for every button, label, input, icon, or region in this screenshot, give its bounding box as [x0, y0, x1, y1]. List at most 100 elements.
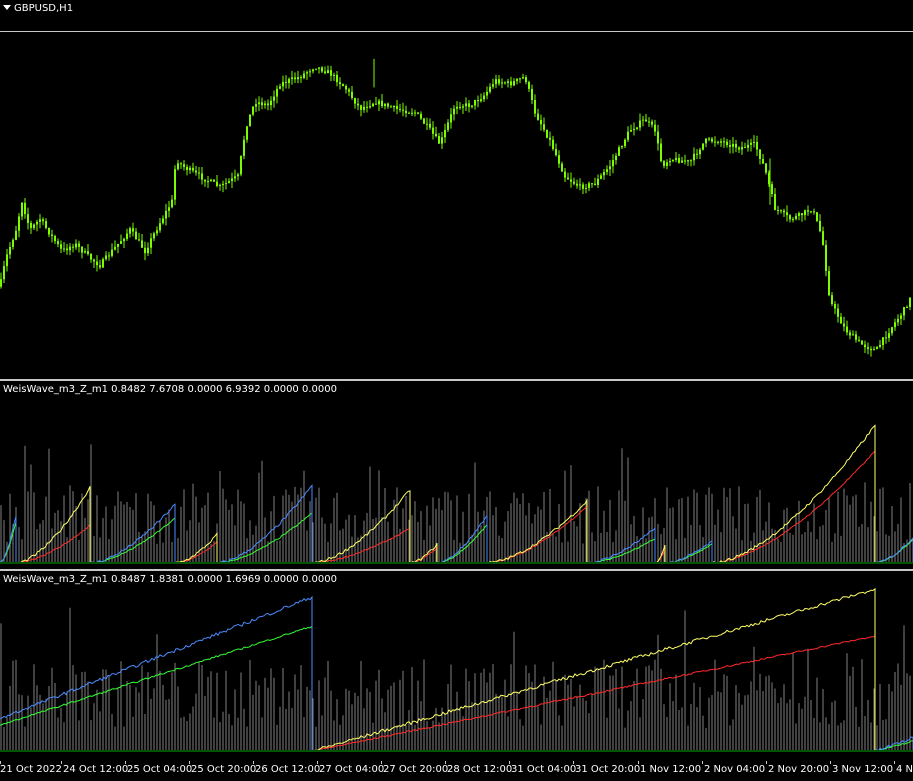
- candle-body: [510, 81, 512, 86]
- candle-body: [378, 100, 380, 105]
- candle-body: [357, 103, 359, 106]
- candle-body: [585, 187, 587, 189]
- candle-body: [612, 160, 614, 167]
- candle-body: [336, 74, 338, 83]
- candle-body: [342, 84, 344, 86]
- wave-signal-line: [312, 635, 876, 752]
- weiswave-pane-1[interactable]: WeisWave_m3_Z_m1 0.8482 7.6708 0.0000 6.…: [0, 381, 913, 568]
- time-label: 25 Oct 20:00: [191, 764, 257, 775]
- candle-body: [393, 105, 395, 108]
- time-label: 24 Oct 12:00: [63, 764, 129, 775]
- candle-body: [84, 251, 86, 253]
- weiswave-pane-2[interactable]: WeisWave_m3_Z_m1 0.8487 1.8381 0.0000 1.…: [0, 571, 913, 761]
- time-label: 27 Oct 20:00: [383, 764, 449, 775]
- candle-body: [588, 183, 590, 188]
- candle-body: [876, 346, 878, 350]
- time-label: 2 Nov 04:00: [704, 764, 766, 775]
- candle-body: [0, 279, 2, 287]
- candle-body: [501, 82, 503, 84]
- candle-body: [849, 332, 851, 336]
- candle-body: [309, 71, 311, 73]
- candle-body: [909, 297, 911, 307]
- candle-body: [345, 85, 347, 90]
- candle-body: [681, 160, 683, 163]
- candle-body: [183, 164, 185, 167]
- candle-body: [699, 149, 701, 155]
- time-label: 1 Nov 12:00: [640, 764, 702, 775]
- candle-body: [882, 337, 884, 345]
- time-tick: [509, 761, 510, 764]
- candle-body: [744, 147, 746, 149]
- candle-body: [621, 146, 623, 148]
- candle-body: [60, 244, 62, 249]
- candle-body: [861, 340, 863, 345]
- time-label: 27 Oct 04:00: [319, 764, 385, 775]
- time-label: 21 Oct 2022: [0, 764, 62, 775]
- candle-body: [531, 88, 533, 100]
- candle-body: [630, 130, 632, 132]
- candle-body: [867, 347, 869, 350]
- candle-body: [759, 149, 761, 159]
- candle-body: [627, 131, 629, 140]
- candle-body: [804, 210, 806, 216]
- time-tick: [189, 761, 190, 764]
- candle-body: [633, 128, 635, 131]
- candlestick-chart: [0, 58, 911, 357]
- candle-body: [321, 67, 323, 72]
- candle-body: [246, 126, 248, 140]
- candle-body: [351, 91, 353, 99]
- candle-body: [906, 306, 908, 308]
- candle-body: [279, 86, 281, 89]
- candle-body: [462, 106, 464, 108]
- candle-body: [18, 216, 20, 231]
- candle-body: [108, 255, 110, 257]
- candle-body: [891, 327, 893, 334]
- candle-body: [651, 121, 653, 125]
- candle-body: [696, 153, 698, 155]
- candle-body: [756, 141, 758, 150]
- candle-body: [96, 261, 98, 266]
- candle-body: [750, 142, 752, 145]
- candle-body: [564, 171, 566, 178]
- candle-body: [444, 129, 446, 138]
- price-chart-pane[interactable]: GBPUSD,H1: [0, 0, 913, 378]
- candle-body: [48, 227, 50, 235]
- candle-body: [552, 139, 554, 150]
- candle-body: [465, 103, 467, 107]
- candle-body: [363, 106, 365, 110]
- candle-body: [741, 147, 743, 150]
- candle-body: [21, 202, 23, 217]
- candle-body: [129, 228, 131, 234]
- candle-body: [477, 99, 479, 102]
- time-tick: [830, 761, 831, 764]
- candle-body: [33, 224, 35, 228]
- candle-body: [408, 112, 410, 114]
- candle-body: [645, 119, 647, 122]
- candle-body: [660, 143, 662, 162]
- candle-body: [663, 161, 665, 166]
- candle-body: [534, 99, 536, 114]
- candle-body: [369, 106, 371, 108]
- title-separator: [0, 31, 913, 32]
- candle-body: [414, 112, 416, 114]
- time-label: 26 Oct 12:00: [255, 764, 321, 775]
- candle-body: [147, 247, 149, 254]
- candle-body: [783, 210, 785, 213]
- candle-body: [171, 199, 173, 208]
- candle-body: [690, 160, 692, 162]
- candle-body: [762, 158, 764, 164]
- wave-line: [0, 516, 17, 563]
- candle-body: [549, 137, 551, 140]
- candle-body: [381, 100, 383, 107]
- candle-body: [567, 177, 569, 180]
- candle-body: [846, 326, 848, 333]
- candle-body: [600, 175, 602, 179]
- time-label: 2 Nov 20:00: [768, 764, 830, 775]
- time-axis: 21 Oct 2022 24 Oct 12:00 25 Oct 04:00 25 Oc…: [0, 761, 913, 781]
- candle-body: [489, 86, 491, 92]
- candle-body: [594, 183, 596, 185]
- candle-body: [117, 243, 119, 247]
- time-label: 31 Oct 20:00: [575, 764, 641, 775]
- candle-body: [144, 247, 146, 254]
- candle-body: [132, 228, 134, 232]
